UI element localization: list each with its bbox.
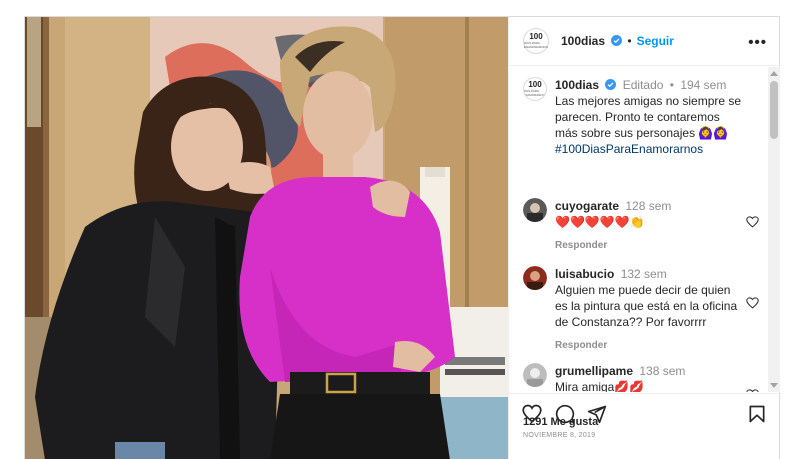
account-avatar[interactable]: 100 DÍAS PARA ENAMORARNOS <box>523 28 549 54</box>
more-options-icon[interactable]: ••• <box>748 34 767 51</box>
comment-username[interactable]: cuyogarate <box>555 199 619 213</box>
comment-like-heart-icon[interactable] <box>746 389 759 392</box>
caption-age: 194 sem <box>680 78 727 92</box>
post-header: 100 DÍAS PARA ENAMORARNOS 100dias • Segu… <box>509 17 781 66</box>
comment-text: Alguien me puede decir de quien es la pi… <box>555 283 738 329</box>
comment-avatar[interactable] <box>523 363 547 387</box>
comment-like-heart-icon[interactable] <box>746 216 759 228</box>
follow-button[interactable]: Seguir <box>637 34 674 48</box>
reply-button[interactable]: Responder <box>555 238 745 254</box>
comment-body: grumellipame 138 sem Mira amiga💋💋 <box>555 363 745 392</box>
separator: • <box>627 34 632 48</box>
post-sidebar: 100 DÍAS PARA ENAMORARNOS 100dias • Segu… <box>508 17 781 459</box>
avatar-image <box>523 266 547 290</box>
comment-avatar[interactable] <box>523 198 547 222</box>
separator: • <box>669 78 674 92</box>
reply-button[interactable]: Responder <box>555 338 745 354</box>
scroll-thumb[interactable] <box>770 81 778 139</box>
comment-text: ❤️❤️❤️❤️❤️👏 <box>555 215 645 229</box>
avatar-image <box>523 363 547 387</box>
comments-scrollbar[interactable] <box>768 67 780 392</box>
bookmark-icon[interactable] <box>747 404 767 424</box>
caption-hashtag[interactable]: #100DiasParaEnamorarnos <box>555 141 745 157</box>
comment-age: 138 sem <box>639 364 686 378</box>
comment-age: 132 sem <box>620 267 667 281</box>
caption-avatar[interactable]: 100 DÍAS PARA ENAMORARNOS <box>523 77 547 101</box>
edited-label: Editado <box>622 78 664 92</box>
comment-age: 128 sem <box>625 199 672 213</box>
comment-username[interactable]: luisabucio <box>555 267 614 281</box>
comment-body: luisabucio 132 sem Alguien me puede deci… <box>555 266 745 354</box>
post-date: NOVIEMBRE 8, 2019 <box>523 432 596 439</box>
avatar-image <box>523 198 547 222</box>
comment-avatar[interactable] <box>523 266 547 290</box>
logo-subtext: DÍAS PARA ENAMORARNOS <box>524 41 548 49</box>
scroll-up-arrow-icon[interactable] <box>770 71 778 76</box>
likes-count[interactable]: 1291 Me gusta <box>523 416 598 428</box>
comment-body: cuyogarate 128 sem ❤️❤️❤️❤️❤️👏 Responder <box>555 198 745 254</box>
comment-like-heart-icon[interactable] <box>746 297 759 309</box>
caption-username[interactable]: 100dias <box>555 78 599 92</box>
username-text: 100dias <box>561 34 606 48</box>
logo-text: 100 <box>529 32 543 41</box>
comments-list[interactable]: 100 DÍAS PARA ENAMORARNOS 100dias Editad… <box>509 67 781 392</box>
comment-username[interactable]: grumellipame <box>555 364 633 378</box>
caption-body: 100dias Editado • 194 sem Las mejores am… <box>555 77 745 157</box>
scroll-down-arrow-icon[interactable] <box>770 383 778 388</box>
post-photo[interactable] <box>25 17 508 459</box>
logo-text: 100 <box>528 80 542 89</box>
photo-illustration <box>25 17 508 459</box>
verified-badge-icon <box>605 79 617 90</box>
comment-text: Mira amiga💋💋 <box>555 380 645 392</box>
logo-subtext: DÍAS PARA ENAMORARNOS <box>523 89 547 97</box>
header-username[interactable]: 100dias <box>561 34 623 48</box>
verified-badge-icon <box>611 35 623 46</box>
post-dialog: 100 DÍAS PARA ENAMORARNOS 100dias • Segu… <box>24 16 781 459</box>
caption-text: Las mejores amigas no siempre se parecen… <box>555 94 742 140</box>
